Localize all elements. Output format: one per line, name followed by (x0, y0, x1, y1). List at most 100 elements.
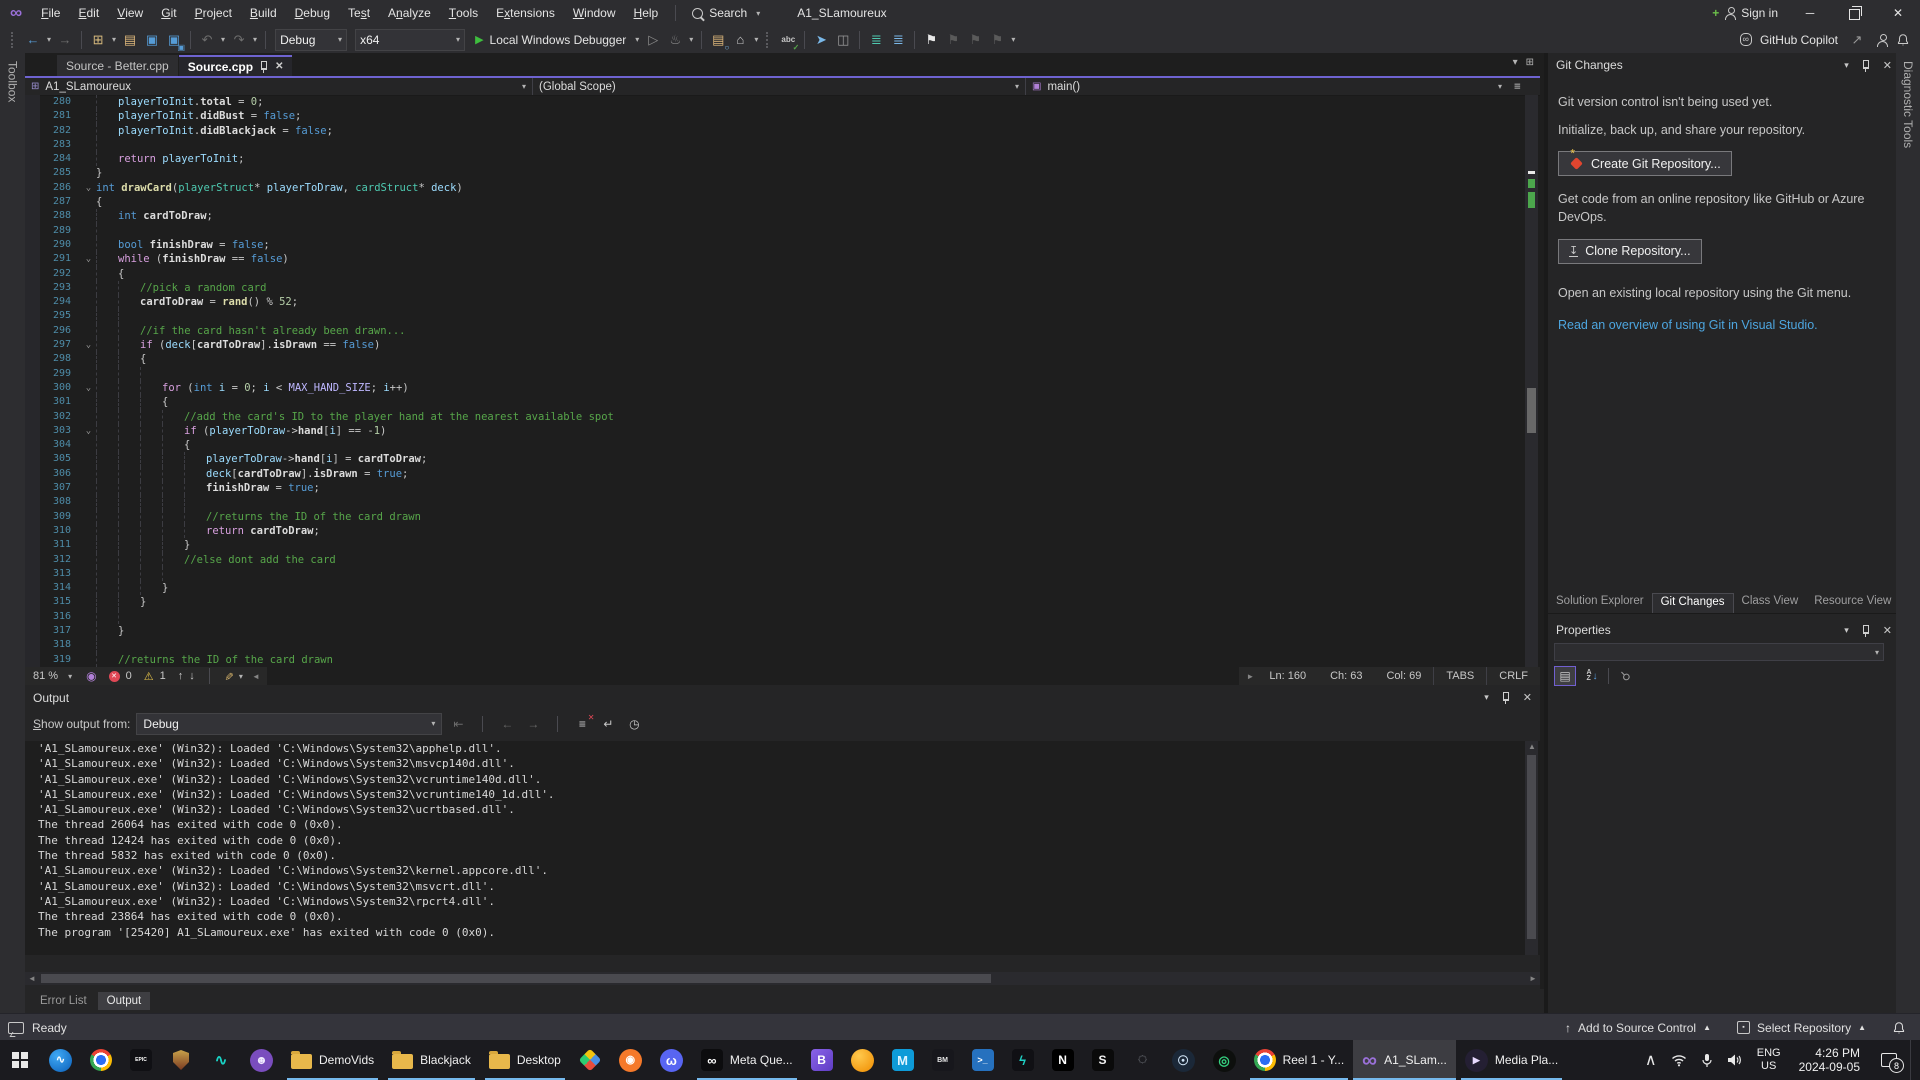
menu-edit[interactable]: Edit (69, 0, 108, 26)
pin-icon[interactable] (1501, 691, 1511, 704)
notification-center-button[interactable]: 8 (1872, 1040, 1906, 1080)
scrollbar-thumb[interactable] (1527, 755, 1536, 939)
battlenet-app[interactable]: ∿ (40, 1040, 81, 1080)
code-line[interactable]: 285} (25, 166, 1540, 180)
code-line[interactable]: 304{ (25, 438, 1540, 452)
fold-collapse-icon[interactable]: ⌄ (81, 252, 96, 266)
redo-dropdown[interactable]: ▾ (250, 35, 260, 44)
fold-collapse-icon[interactable]: ⌄ (81, 424, 96, 438)
nav-back-dropdown[interactable]: ▾ (44, 35, 54, 44)
code-line[interactable]: 294cardToDraw = rand() % 52; (25, 295, 1540, 309)
clock[interactable]: 4:26 PM 2024-09-05 (1791, 1046, 1868, 1074)
open-file-icon[interactable]: ▤ (120, 29, 140, 51)
zoom-select[interactable]: 81 % ▾ (25, 670, 80, 682)
tab-source-better-cpp[interactable]: Source - Better.cpp (57, 55, 178, 76)
close-icon[interactable]: ✕ (1883, 59, 1892, 72)
code-line[interactable]: 311} (25, 538, 1540, 552)
output-horizontal-scrollbar[interactable]: ◄ ► (25, 972, 1540, 985)
property-pages-key-icon[interactable]: ⚲ (1615, 667, 1635, 685)
save-all-icon[interactable]: ▣▣ (164, 29, 184, 51)
code-line[interactable]: 299 (25, 367, 1540, 381)
code-line[interactable]: 282playerToInit.didBlackjack = false; (25, 124, 1540, 138)
bm-app[interactable]: BM (923, 1040, 963, 1080)
n-app[interactable]: N (1043, 1040, 1083, 1080)
debug-run-button[interactable]: ▶Local Windows Debugger (469, 29, 632, 51)
media-player-window[interactable]: ▶Media Pla... (1456, 1040, 1567, 1080)
window-position-caret[interactable]: ▾ (1844, 625, 1849, 636)
hot-reload-dropdown[interactable]: ▾ (686, 35, 696, 44)
undo-icon[interactable]: ↶ (197, 29, 217, 51)
code-line[interactable]: 287{ (25, 195, 1540, 209)
code-line[interactable]: 312//else dont add the card (25, 553, 1540, 567)
menu-analyze[interactable]: Analyze (379, 0, 440, 26)
new-project-dropdown[interactable]: ▾ (109, 35, 119, 44)
output-console[interactable]: 'A1_SLamoureux.exe' (Win32): Loaded 'C:\… (25, 741, 1553, 955)
navbar-options-icon[interactable]: ≡ (1508, 78, 1540, 95)
code-line[interactable]: 306deck[cardToDraw].isDrawn = true; (25, 467, 1540, 481)
new-project-icon[interactable]: ⊞ (88, 29, 108, 51)
github-copilot-label[interactable]: GitHub Copilot (1760, 33, 1838, 47)
line-ending-indicator[interactable]: CRLF (1486, 667, 1540, 685)
editor-vertical-scrollbar[interactable] (1525, 95, 1538, 667)
show-desktop-button[interactable] (1910, 1040, 1916, 1080)
keyboard-language[interactable]: ENG US (1751, 1047, 1787, 1073)
start-button[interactable] (0, 1040, 40, 1080)
code-editor[interactable]: 280playerToInit.total = 0;281playerToIni… (25, 95, 1540, 667)
waveform-app[interactable]: ∿ (201, 1040, 241, 1080)
nav-forward-icon[interactable]: → (55, 29, 75, 51)
code-line[interactable]: 288int cardToDraw; (25, 209, 1540, 223)
hscroll-right-arrow[interactable]: ► (1243, 672, 1257, 681)
tab-solution-explorer[interactable]: Solution Explorer (1548, 593, 1652, 613)
tab-list-dropdown-caret[interactable]: ▾ (1513, 57, 1518, 68)
close-icon[interactable]: ✕ (1523, 691, 1532, 704)
green-ring-app[interactable]: ◎ (1204, 1040, 1245, 1080)
code-line[interactable]: 300⌄for (int i = 0; i < MAX_HAND_SIZE; i… (25, 381, 1540, 395)
minimize-button[interactable]: ─ (1788, 0, 1832, 26)
code-line[interactable]: 318 (25, 638, 1540, 652)
chrome-app[interactable] (81, 1040, 121, 1080)
scroll-left-arrow[interactable]: ◄ (25, 974, 39, 983)
code-line[interactable]: 286⌄int drawCard(playerStruct* playerToD… (25, 181, 1540, 195)
toolbox-tab[interactable]: Toolbox (6, 61, 20, 102)
breadcrumb-scope-dropdown[interactable]: (Global Scope) ▾ (533, 78, 1026, 95)
diagnostic-tools-tab[interactable]: Diagnostic Tools (1901, 61, 1915, 148)
code-line[interactable]: 281playerToInit.didBust = false; (25, 109, 1540, 123)
solution-configuration-combo[interactable]: Debug▾ (275, 29, 347, 51)
menu-debug[interactable]: Debug (286, 0, 339, 26)
clone-repository-button[interactable]: ↧ Clone Repository... (1558, 239, 1702, 264)
search-button[interactable]: Search ▾ (684, 6, 771, 20)
previous-issue-icon[interactable]: ↑ (178, 670, 184, 682)
share-icon[interactable]: ↗ (1847, 29, 1867, 51)
categorized-view-icon[interactable]: ▤ (1554, 666, 1576, 686)
undo-dropdown[interactable]: ▾ (218, 35, 228, 44)
character-indicator[interactable]: Ch: 63 (1318, 670, 1374, 682)
properties-object-combo[interactable]: ▾ (1554, 643, 1884, 661)
notifications-bell-icon[interactable] (1896, 33, 1910, 47)
sort-alphabetical-icon[interactable]: AZ↓ (1582, 667, 1602, 685)
find-in-files-icon[interactable]: ▤○ (708, 29, 728, 51)
line-indicator[interactable]: Ln: 160 (1257, 670, 1318, 682)
code-line[interactable]: 289 (25, 224, 1540, 238)
tab-error-list[interactable]: Error List (31, 992, 96, 1010)
breakpoint-margin[interactable] (25, 95, 40, 667)
code-line[interactable]: 292{ (25, 267, 1540, 281)
code-line[interactable]: 316 (25, 610, 1540, 624)
fold-collapse-icon[interactable]: ⌄ (81, 181, 96, 195)
code-line[interactable]: 297⌄if (deck[cardToDraw].isDrawn == fals… (25, 338, 1540, 352)
microphone-icon[interactable] (1695, 1040, 1719, 1080)
menu-extensions[interactable]: Extensions (487, 0, 564, 26)
code-cleanup-config-icon[interactable]: ◫ (833, 29, 853, 51)
menu-git[interactable]: Git (152, 0, 185, 26)
bookmark-clear-icon[interactable]: ⚑ (987, 29, 1007, 51)
code-line[interactable]: 283 (25, 138, 1540, 152)
fold-collapse-icon[interactable]: ⌄ (81, 381, 96, 395)
hscroll-left-arrow[interactable]: ◄ (249, 672, 263, 681)
fold-collapse-icon[interactable]: ⌄ (81, 338, 96, 352)
bookmark-previous-icon[interactable]: ⚑ (943, 29, 963, 51)
select-repository-button[interactable]: ▪ Select Repository ▲ (1737, 1021, 1866, 1035)
steam-app[interactable]: ☉ (1163, 1040, 1204, 1080)
color-diamond-app[interactable] (570, 1040, 610, 1080)
menu-tools[interactable]: Tools (440, 0, 487, 26)
folder-blackjack[interactable]: Blackjack (383, 1040, 480, 1080)
spell-check-icon[interactable]: abc✓ (778, 29, 798, 51)
